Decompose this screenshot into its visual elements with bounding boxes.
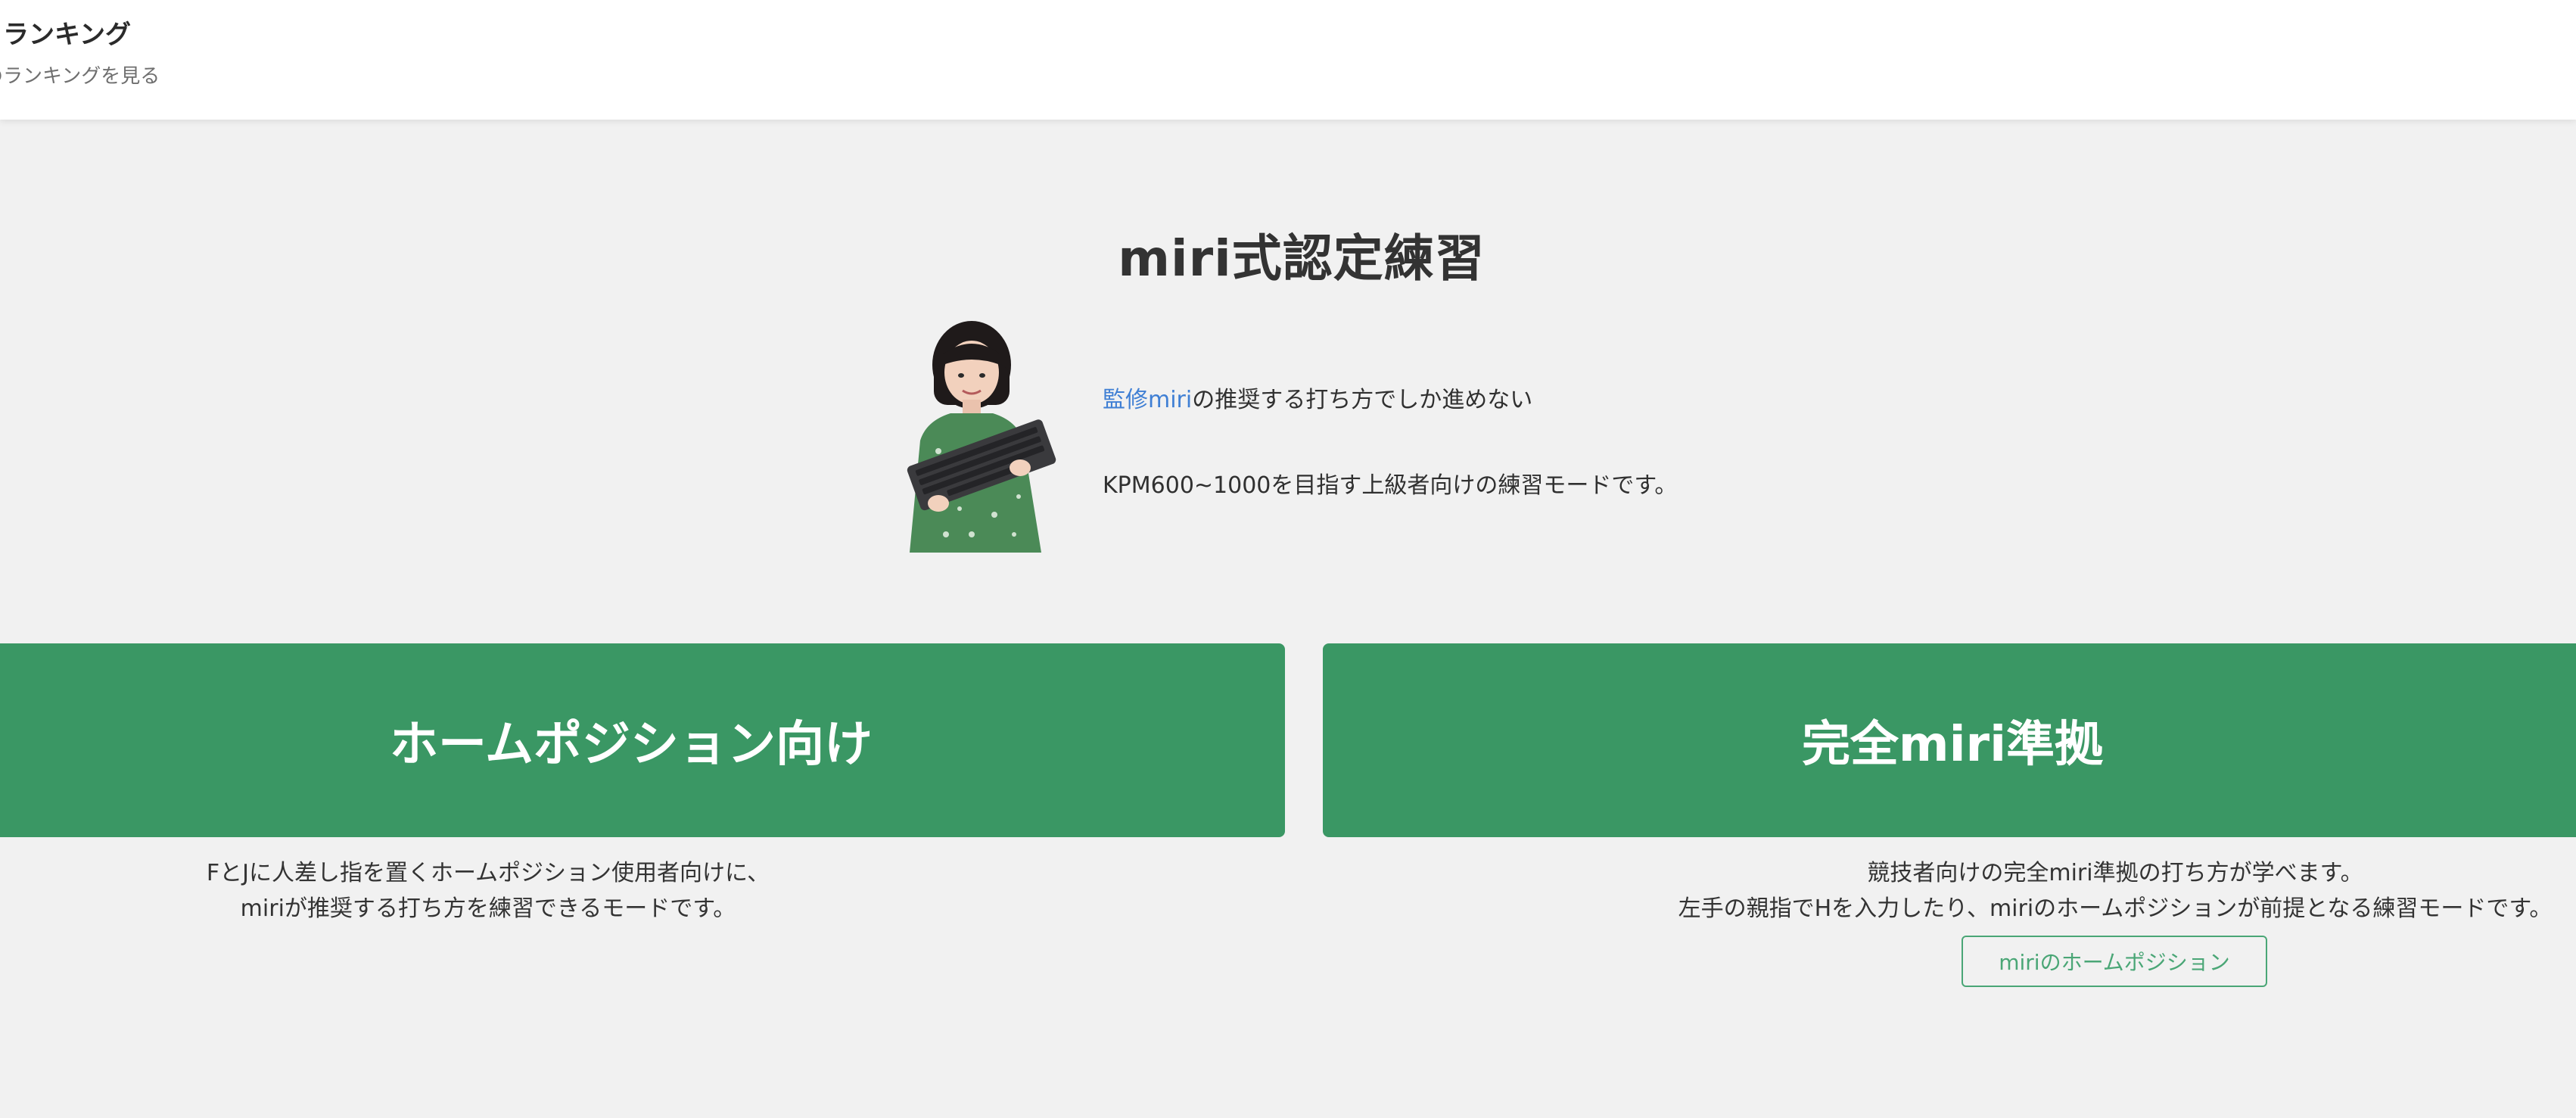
full-miri-mode-button[interactable]: 完全miri準拠 (1323, 643, 2576, 837)
miri-home-position-button[interactable]: miriのホームポジション (1962, 936, 2267, 987)
intro-line-1-text: の推奨する打ち方でしか進めない (1192, 387, 1533, 413)
home-position-mode-description: FとJに人差し指を置くホームポジション使用者向けに、 miriが推奨する打ち方を… (0, 855, 976, 926)
ranking-link[interactable]: のランキングを見る (0, 61, 160, 89)
page-title: miri式認定練習 (1118, 229, 1486, 288)
intro-line-2: KPM600~1000を目指す上級者向けの練習モードです。 (1103, 472, 1678, 499)
home-position-mode-label: ホームポジション向け (389, 717, 873, 773)
home-position-mode-button[interactable]: ホームポジション向け (0, 643, 1285, 837)
intro-line-1: 監修miriの推奨する打ち方でしか進めない (1103, 381, 1532, 414)
page-header: カランキング のランキングを見る (0, 0, 2576, 120)
description-line: 競技者向けの完全miri準拠の打ち方が学べます。 (1867, 860, 2363, 886)
description-line: FとJに人差し指を置くホームポジション使用者向けに、 (206, 860, 770, 886)
supervisor-avatar (907, 321, 1056, 553)
full-miri-mode-description: 競技者向けの完全miri準拠の打ち方が学べます。 左手の親指でHを入力したり、m… (1627, 855, 2576, 926)
description-line: 左手の親指でHを入力したり、miriのホームポジションが前提となる練習モードです… (1678, 895, 2553, 922)
supervisor-link[interactable]: 監修miri (1103, 387, 1192, 413)
description-line: miriが推奨する打ち方を練習できるモードです。 (240, 895, 736, 922)
full-miri-mode-label: 完全miri準拠 (1801, 717, 2104, 773)
ranking-title[interactable]: カランキング (0, 14, 131, 51)
